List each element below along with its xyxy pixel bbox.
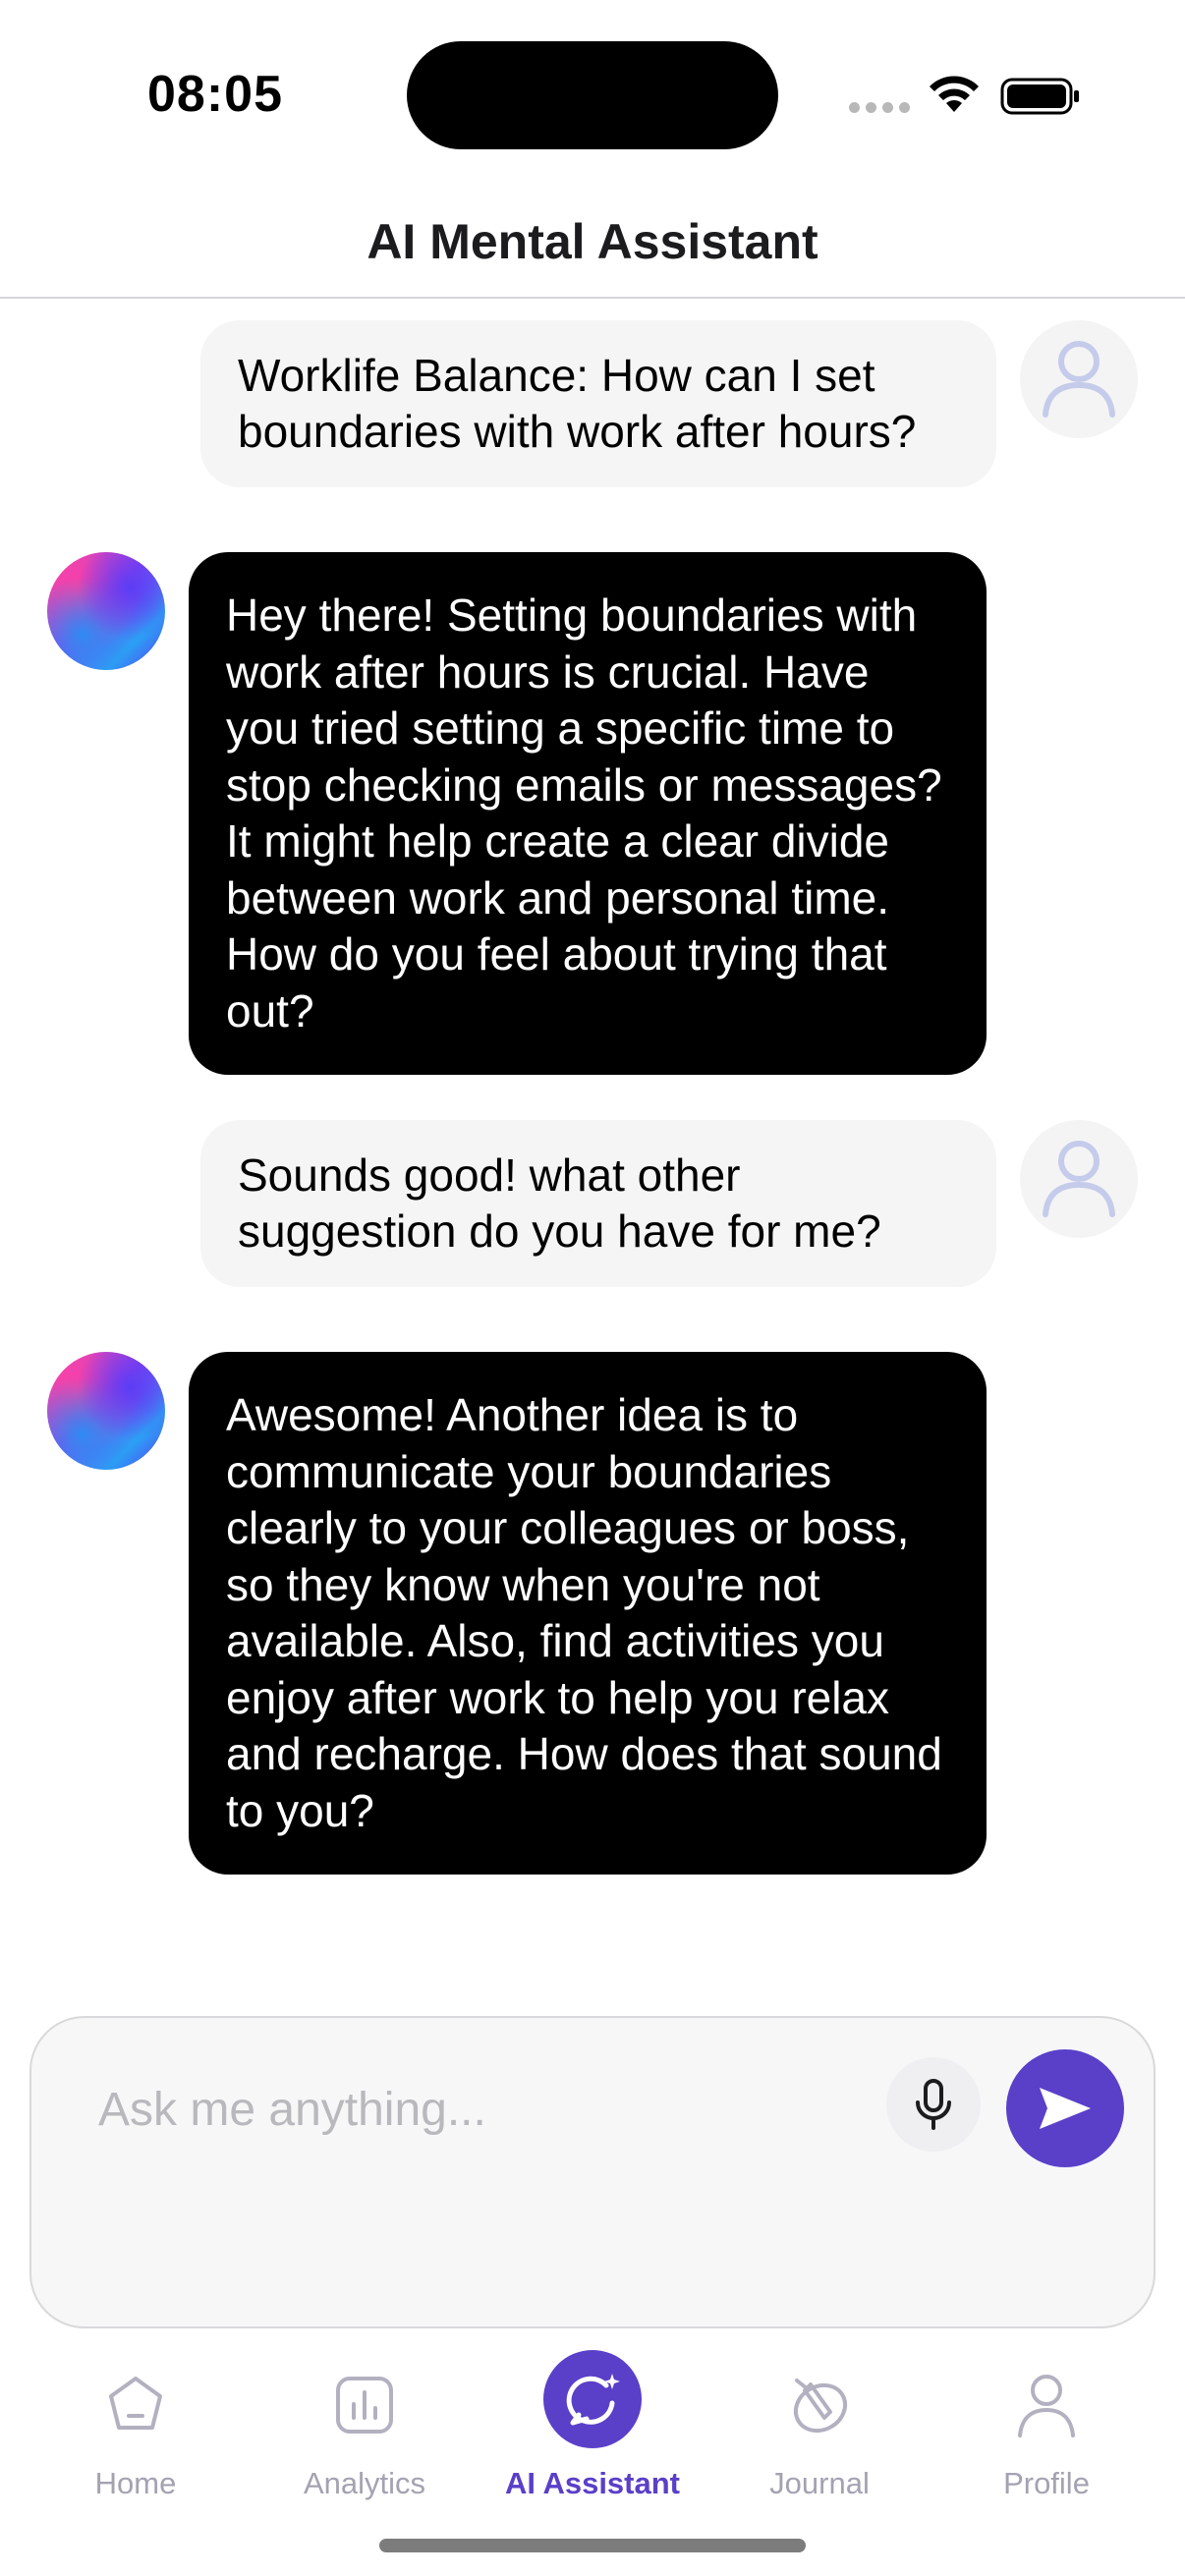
tab-bar: Home Analytics AI Assistant Journal Prof… bbox=[0, 2338, 1185, 2500]
user-avatar bbox=[1020, 1120, 1138, 1238]
ai-avatar bbox=[47, 1352, 165, 1470]
message-text: Hey there! Setting boundaries with work … bbox=[226, 589, 942, 1036]
journal-icon bbox=[782, 2368, 857, 2442]
user-avatar-icon bbox=[1043, 341, 1115, 418]
status-time: 08:05 bbox=[147, 66, 283, 123]
navigation-header: AI Mental Assistant bbox=[0, 167, 1185, 299]
wifi-icon bbox=[930, 76, 979, 112]
home-indicator[interactable] bbox=[379, 2539, 806, 2552]
battery-icon bbox=[1000, 78, 1079, 115]
send-button[interactable] bbox=[1006, 2049, 1124, 2167]
tab-label: Journal bbox=[769, 2466, 870, 2500]
status-bar: 08:05 bbox=[0, 0, 1185, 167]
cellular-signal-icon bbox=[849, 102, 910, 113]
message-input[interactable]: Ask me anything... bbox=[98, 2083, 486, 2137]
ai-message-bubble: Hey there! Setting boundaries with work … bbox=[189, 552, 987, 1075]
ai-assistant-icon bbox=[543, 2350, 642, 2448]
ai-avatar bbox=[47, 552, 165, 670]
message-text: Worklife Balance: How can I set boundari… bbox=[238, 350, 917, 457]
page-title: AI Mental Assistant bbox=[367, 214, 818, 269]
user-avatar bbox=[1020, 320, 1138, 438]
send-icon bbox=[1040, 2088, 1091, 2129]
ai-message-bubble: Awesome! Another idea is to communicate … bbox=[189, 1352, 987, 1875]
user-message-bubble: Worklife Balance: How can I set boundari… bbox=[200, 320, 996, 487]
user-avatar-icon bbox=[1043, 1141, 1115, 1217]
microphone-icon bbox=[916, 2079, 951, 2130]
home-icon bbox=[98, 2368, 173, 2442]
message-composer[interactable]: Ask me anything... bbox=[29, 2016, 1156, 2328]
user-message-bubble: Sounds good! what other suggestion do yo… bbox=[200, 1120, 996, 1287]
microphone-button[interactable] bbox=[886, 2057, 981, 2152]
tab-label: Analytics bbox=[303, 2466, 426, 2500]
tab-label: Home bbox=[94, 2466, 177, 2500]
profile-icon bbox=[1009, 2368, 1084, 2442]
message-text: Sounds good! what other suggestion do yo… bbox=[238, 1149, 881, 1257]
message-text: Awesome! Another idea is to communicate … bbox=[226, 1389, 942, 1836]
dynamic-island bbox=[407, 41, 778, 149]
analytics-icon bbox=[327, 2368, 402, 2442]
tab-label: AI Assistant bbox=[504, 2466, 680, 2500]
tab-label: Profile bbox=[1003, 2466, 1090, 2500]
